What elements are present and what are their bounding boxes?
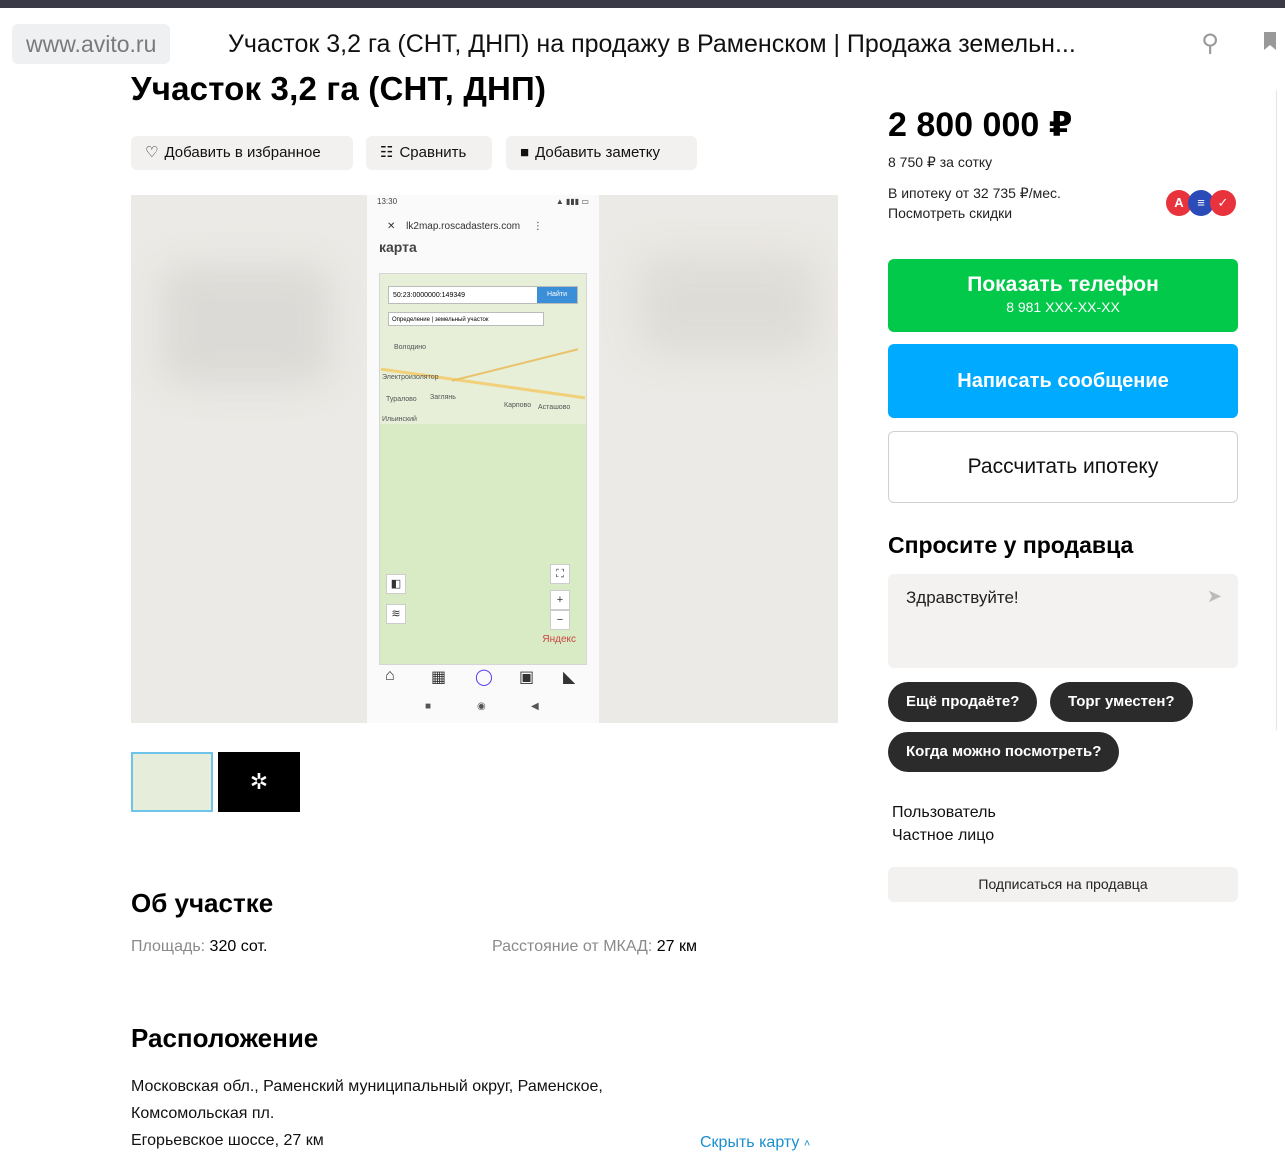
subscribe-seller-button[interactable]: Подписаться на продавца (888, 867, 1238, 902)
play-icon: ✲ (249, 769, 269, 794)
map-town-label: Заглянь (430, 394, 456, 401)
mortgage-from: В ипотеку от 32 735 ₽/мес. (888, 185, 1061, 201)
phone-system-nav: ■ ◉ ◀ (367, 697, 599, 717)
discounts-link[interactable]: Посмотреть скидки (888, 205, 1012, 221)
heart-icon: ♡ (145, 144, 159, 161)
grid-icon: ▦ (431, 669, 447, 686)
close-icon: ✕ (387, 221, 396, 232)
tabs-icon: ▣ (519, 669, 535, 686)
phone-map: 50:23:0000000:149349 Найти Определение |… (379, 273, 587, 665)
highway-distance: Егорьевское шоссе, 27 км (131, 1132, 324, 1149)
phone-time: 13:30 (377, 197, 398, 206)
bookmark-icon[interactable] (1256, 30, 1284, 58)
price-per-sotka: 8 750 ₽ за сотку (888, 154, 993, 170)
compare-icon: ☷ (380, 144, 394, 161)
phone-search-button: Найти (537, 287, 577, 303)
area-value: 320 сот. (209, 938, 268, 955)
map-town-label: Асташово (538, 404, 571, 411)
phone-status-icons: ▲ ▮▮▮ ▭ (555, 197, 589, 206)
map-road (451, 348, 579, 382)
map-town-label: Туралово (386, 396, 417, 403)
ask-seller-text: Здравствуйте! (906, 588, 1019, 607)
profile-icon: ◣ (563, 669, 576, 686)
blurred-background (161, 265, 331, 385)
add-to-favorites-button[interactable]: ♡ Добавить в избранное (131, 136, 353, 170)
phone-search-value: 50:23:0000000:149349 (393, 292, 466, 299)
add-note-button[interactable]: ■ Добавить заметку (506, 136, 697, 170)
phone-cadastre-search: 50:23:0000000:149349 Найти (388, 286, 578, 304)
distance-label: Расстояние от МКАД: (492, 938, 653, 955)
pin-off-icon[interactable]: ⚲ (1196, 30, 1224, 58)
seller-name[interactable]: Пользователь (892, 804, 996, 822)
area-param: Площадь: 320 сот. (131, 938, 267, 956)
show-phone-label: Показать телефон (967, 273, 1159, 296)
ask-seller-heading: Спросите у продавца (888, 532, 1134, 558)
phone-url: lk2map.roscadasters.com (406, 221, 521, 232)
phone-bottom-nav: ⌂ ▦ ◯ ▣ ◣ (367, 663, 599, 693)
listing-title: Участок 3,2 га (СНТ, ДНП) (131, 70, 547, 107)
phone-page-title: карта (379, 239, 417, 255)
seller-type: Частное лицо (892, 827, 995, 844)
map-brand: Яндекс (542, 634, 576, 645)
home-icon: ⌂ (385, 667, 395, 684)
compare-button[interactable]: ☷ Сравнить (366, 136, 492, 170)
note-label: Добавить заметку (535, 144, 660, 161)
map-town-label: Володино (394, 344, 427, 351)
bank-logos: А ≡ ✓ (1166, 190, 1240, 218)
price: 2 800 000 ₽ (888, 106, 1073, 144)
map-stack-icon: ≋ (386, 604, 406, 624)
map-town-label: Ильинский (382, 416, 417, 423)
browser-top-border (0, 0, 1285, 8)
page-title-in-address-bar[interactable]: Участок 3,2 га (СНТ, ДНП) на продажу в Р… (228, 24, 1076, 64)
compare-label: Сравнить (399, 144, 467, 161)
fullscreen-icon: ⛶ (550, 564, 570, 584)
gallery-thumbnail-map[interactable] (131, 752, 213, 812)
area-label: Площадь: (131, 938, 206, 955)
ask-seller-input[interactable]: Здравствуйте! ➤ (888, 574, 1238, 668)
address-line: Московская обл., Раменский муниципальный… (131, 1078, 603, 1095)
hide-map-label: Скрыть карту (700, 1134, 800, 1151)
phone-screenshot-photo: 13:30 ▲ ▮▮▮ ▭ ✕ lk2map.roscadasters.com … (367, 195, 599, 723)
phone-object-select: Определение | земельный участок (388, 312, 544, 326)
note-icon: ■ (520, 144, 530, 161)
bank-logo-icon: ✓ (1210, 190, 1236, 216)
favorite-label: Добавить в избранное (164, 144, 321, 161)
send-icon[interactable]: ➤ (1207, 586, 1222, 607)
masked-phone: 8 981 XXX-XX-XX (1006, 299, 1120, 315)
recent-apps-icon: ■ (425, 701, 432, 712)
quick-question-chip[interactable]: Когда можно посмотреть? (888, 732, 1120, 772)
back-icon: ◀ (531, 701, 539, 712)
map-town-label: Электроизолятор (382, 374, 439, 381)
domain-label[interactable]: www.avito.ru (12, 24, 171, 64)
distance-value: 27 км (656, 938, 698, 955)
distance-param: Расстояние от МКАД: 27 км (492, 938, 697, 956)
map-layers-icon: ◧ (386, 574, 406, 594)
location-heading: Расположение (131, 1023, 319, 1053)
hide-map-link[interactable]: Скрыть карту ˄ (700, 1134, 810, 1152)
home-button-icon: ◉ (477, 701, 486, 712)
quick-question-chip[interactable]: Ещё продаёте? (888, 682, 1038, 722)
calc-mortgage-button[interactable]: Рассчитать ипотеку (888, 431, 1238, 503)
about-heading: Об участке (131, 888, 274, 918)
show-phone-button[interactable]: Показать телефон 8 981 XXX-XX-XX (888, 259, 1238, 332)
photo-gallery[interactable]: 13:30 ▲ ▮▮▮ ▭ ✕ lk2map.roscadasters.com … (131, 195, 838, 723)
address-bar[interactable]: www.avito.ru Участок 3,2 га (СНТ, ДНП) н… (0, 18, 1285, 72)
write-message-button[interactable]: Написать сообщение (888, 344, 1238, 418)
gallery-thumbnail-video[interactable]: ✲ (218, 752, 300, 812)
assistant-icon: ◯ (475, 669, 493, 686)
page-scroll-divider (1276, 90, 1277, 730)
chevron-up-icon: ˄ (803, 1138, 811, 1150)
blurred-background (638, 255, 818, 355)
quick-question-chip[interactable]: Торг уместен? (1050, 682, 1193, 722)
zoom-out-icon: − (550, 610, 570, 630)
zoom-in-icon: + (550, 590, 570, 610)
more-icon: ⋮ (532, 221, 543, 232)
map-town-label: Карпово (504, 402, 532, 409)
address-line: Комсомольская пл. (131, 1105, 275, 1122)
phone-url-bar: ✕ lk2map.roscadasters.com ⋮ (375, 215, 589, 239)
